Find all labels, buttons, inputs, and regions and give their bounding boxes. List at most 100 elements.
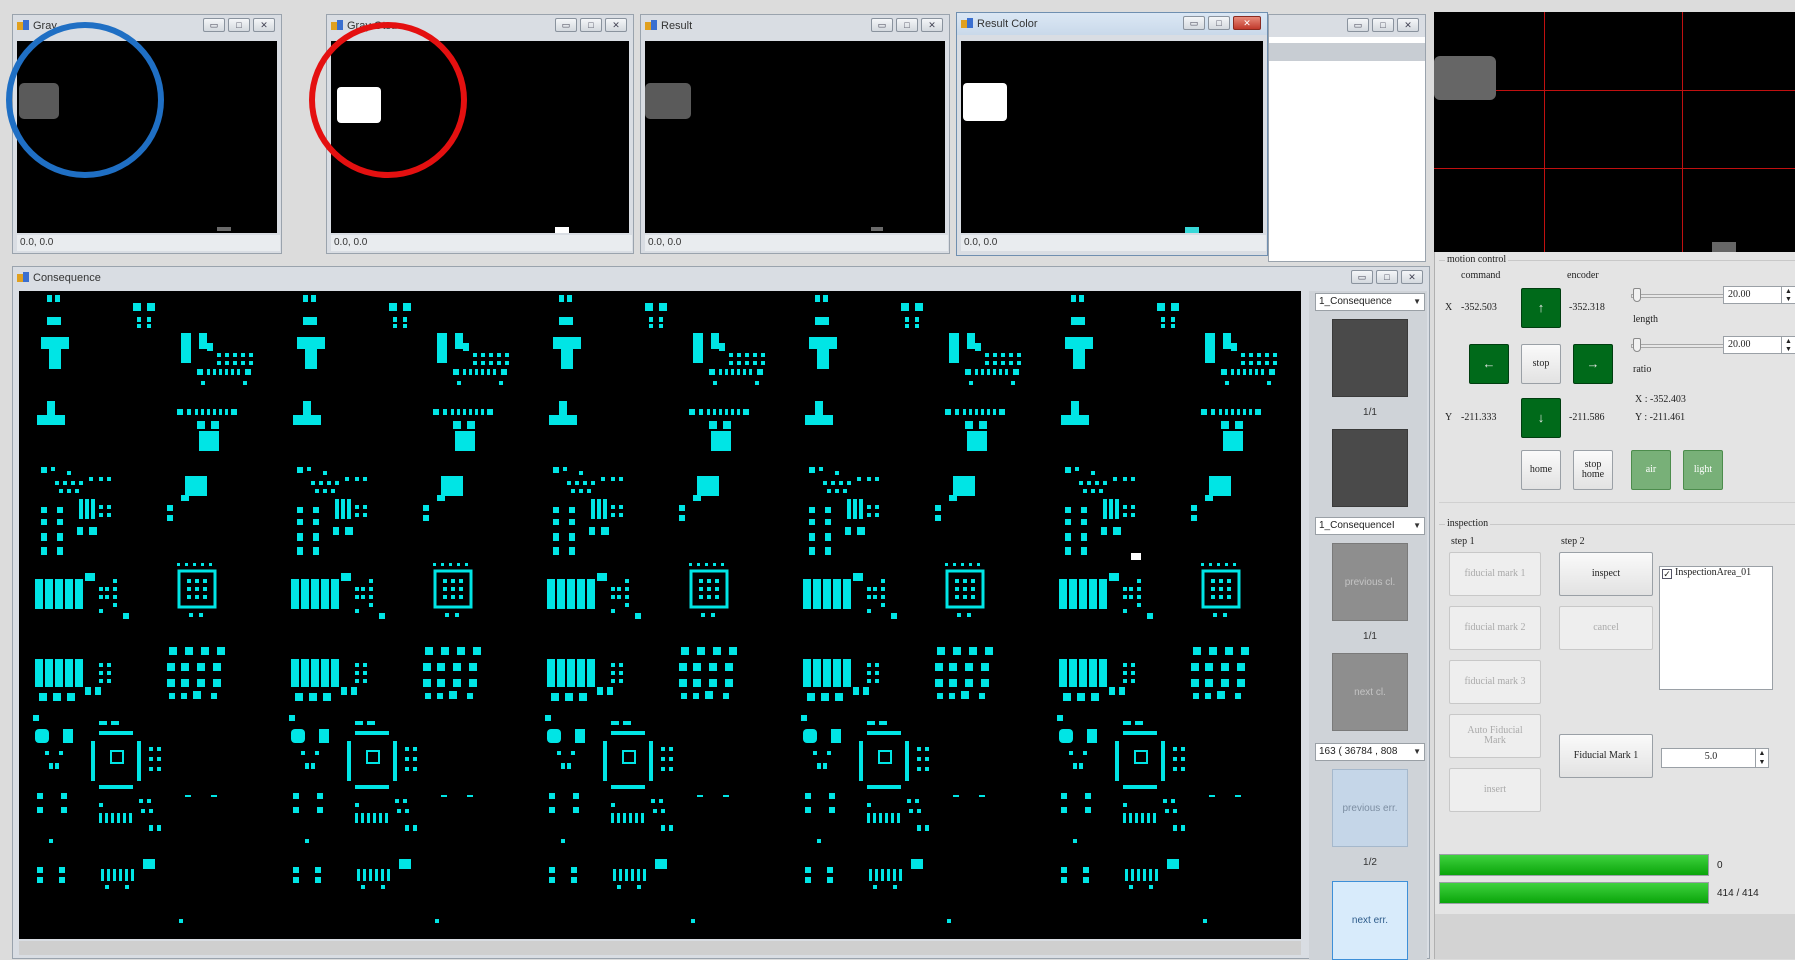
inspection-area-list[interactable]: ✓ InspectionArea_01 — [1659, 566, 1773, 690]
result-color-titlebar[interactable]: Result Color ▭ □ ✕ — [957, 13, 1267, 35]
ratio-spinner-arrows[interactable]: ▲ ▼ — [1781, 336, 1795, 354]
progress-bar-2 — [1439, 882, 1709, 904]
minimize-icon[interactable]: ▭ — [1347, 18, 1369, 32]
checkbox-checked-icon[interactable]: ✓ — [1662, 569, 1672, 579]
fiducial-threshold-spinner[interactable]: 5.0 — [1661, 748, 1757, 768]
ratio-spinner-value: 20.00 — [1728, 339, 1751, 350]
length-spinner[interactable]: 20.00 — [1723, 286, 1783, 304]
motion-control-title: motion control — [1445, 254, 1509, 265]
red-annotation-circle — [309, 22, 467, 178]
camera-blob — [1434, 56, 1496, 100]
home-button[interactable]: home — [1521, 450, 1561, 490]
jog-left-button[interactable]: ← — [1469, 344, 1509, 384]
length-label: length — [1633, 314, 1658, 325]
ratio-label: ratio — [1633, 364, 1652, 375]
minimize-icon[interactable]: ▭ — [1183, 16, 1205, 30]
app-icon — [17, 272, 29, 284]
maximize-icon[interactable]: □ — [896, 18, 918, 32]
close-icon[interactable]: ✕ — [605, 18, 627, 32]
auto-fiducial-mark-button[interactable]: Auto Fiducial Mark — [1449, 714, 1541, 758]
minimize-icon[interactable]: ▭ — [203, 18, 225, 32]
ratio-spinner[interactable]: 20.00 — [1723, 336, 1783, 354]
maximize-icon[interactable]: □ — [1208, 16, 1230, 30]
ratio-slider-thumb[interactable] — [1633, 338, 1641, 352]
inspect-button[interactable]: inspect — [1559, 552, 1653, 596]
previous-cl-button[interactable]: previous cl. — [1332, 543, 1408, 621]
thumbnail-2[interactable] — [1332, 429, 1408, 507]
x-encoder-value: -352.318 — [1569, 302, 1605, 313]
light-button[interactable]: light — [1683, 450, 1723, 490]
stop-home-button[interactable]: stop home — [1573, 450, 1613, 490]
length-slider-track[interactable] — [1631, 294, 1727, 298]
maximize-icon[interactable]: □ — [228, 18, 250, 32]
maximize-icon[interactable]: □ — [580, 18, 602, 32]
stop-button[interactable]: stop — [1521, 344, 1561, 384]
gray-otsu-coords: 0.0, 0.0 — [331, 235, 632, 251]
result-image-view[interactable] — [645, 41, 945, 233]
maximize-icon[interactable]: □ — [1372, 18, 1394, 32]
app-icon — [645, 20, 657, 32]
consequence-title: Consequence — [33, 272, 101, 284]
consequence-titlebar[interactable]: Consequence ▭ □ ✕ — [13, 267, 1429, 289]
highlighted-defect-pad[interactable] — [1131, 553, 1141, 560]
close-icon[interactable]: ✕ — [1401, 270, 1423, 284]
otsu-small-mark — [555, 227, 569, 233]
progress-bar-2-fill — [1440, 883, 1708, 903]
consequence-combo-1[interactable]: 1_Consequence ▼ — [1315, 293, 1425, 311]
inspection-area-item[interactable]: ✓ InspectionArea_01 — [1660, 567, 1772, 579]
consequence-combo-3[interactable]: 163 ( 36784 , 808 ▼ — [1315, 743, 1425, 761]
empty-window-titlebar[interactable]: ▭ □ ✕ — [1269, 15, 1425, 37]
chevron-down-icon: ▼ — [1413, 747, 1421, 756]
close-icon[interactable]: ✕ — [253, 18, 275, 32]
fiducial-mark-1-button[interactable]: fiducial mark 1 — [1449, 552, 1541, 596]
progress-bar-1-fill — [1440, 855, 1708, 875]
y-command-value: -211.333 — [1461, 412, 1497, 423]
cancel-button[interactable]: cancel — [1559, 606, 1653, 650]
consequence-image-scrollbar[interactable] — [19, 941, 1301, 955]
pcb-pattern-image — [31, 293, 1279, 925]
fiducial-mark-3-button[interactable]: fiducial mark 3 — [1449, 660, 1541, 704]
close-icon[interactable]: ✕ — [1397, 18, 1419, 32]
insert-button[interactable]: insert — [1449, 768, 1541, 812]
result-coords: 0.0, 0.0 — [645, 235, 948, 251]
close-icon[interactable]: ✕ — [921, 18, 943, 32]
close-icon[interactable]: ✕ — [1233, 16, 1261, 30]
maximize-icon[interactable]: □ — [1376, 270, 1398, 284]
jog-up-button[interactable]: ↑ — [1521, 288, 1561, 328]
thumbnail-1[interactable] — [1332, 319, 1408, 397]
progress-bar-2-label: 414 / 414 — [1717, 888, 1759, 899]
jog-down-button[interactable]: ↓ — [1521, 398, 1561, 438]
consequence-image-view[interactable] — [19, 291, 1301, 939]
fiducial-mark-2-button[interactable]: fiducial mark 2 — [1449, 606, 1541, 650]
consequence-combo-1-value: 1_Consequence — [1319, 296, 1392, 307]
minimize-icon[interactable]: ▭ — [555, 18, 577, 32]
fiducial-mark-select-button[interactable]: Fiducial Mark 1 — [1559, 734, 1653, 778]
progress-bar-1 — [1439, 854, 1709, 876]
control-panel: motion control command encoder X -352.50… — [1434, 252, 1795, 959]
consequence-combo-2[interactable]: 1_ConsequenceI ▼ — [1315, 517, 1425, 535]
encoder-label: encoder — [1567, 270, 1599, 281]
gray-coords: 0.0, 0.0 — [17, 235, 280, 251]
result-color-blob — [963, 83, 1007, 121]
next-err-button[interactable]: next err. — [1332, 881, 1408, 960]
length-slider-thumb[interactable] — [1633, 288, 1641, 302]
jog-right-button[interactable]: → — [1573, 344, 1613, 384]
fiducial-threshold-arrows[interactable]: ▲ ▼ — [1755, 748, 1769, 768]
previous-err-button[interactable]: previous err. — [1332, 769, 1408, 847]
result-color-image-view[interactable] — [961, 41, 1263, 233]
result-small-mark — [871, 227, 883, 231]
result-titlebar[interactable]: Result ▭ □ ✕ — [641, 15, 949, 37]
consequence-combo-3-value: 163 ( 36784 , 808 — [1319, 746, 1398, 757]
inspection-title: inspection — [1445, 518, 1491, 529]
next-cl-button[interactable]: next cl. — [1332, 653, 1408, 731]
camera-live-view[interactable] — [1434, 12, 1795, 252]
minimize-icon[interactable]: ▭ — [1351, 270, 1373, 284]
minimize-icon[interactable]: ▭ — [871, 18, 893, 32]
result-color-coords: 0.0, 0.0 — [961, 235, 1266, 251]
pattern-column-3 — [543, 293, 767, 925]
length-spinner-arrows[interactable]: ▲ ▼ — [1781, 286, 1795, 304]
ratio-slider-track[interactable] — [1631, 344, 1727, 348]
pattern-column-5 — [1055, 293, 1279, 925]
air-button[interactable]: air — [1631, 450, 1671, 490]
fiducial-threshold-value: 5.0 — [1704, 751, 1718, 762]
